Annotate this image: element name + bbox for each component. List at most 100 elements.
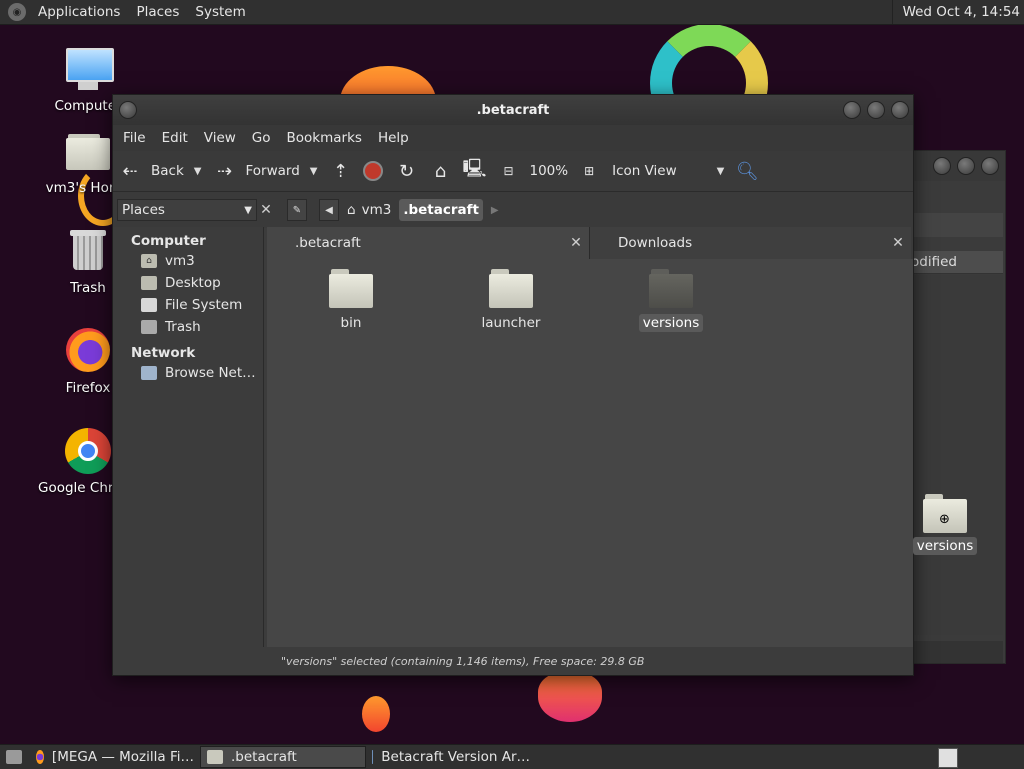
sidebar-item-desktop[interactable]: Desktop [113,273,263,295]
maximize-button[interactable] [957,157,975,175]
workspace-switcher-icon[interactable] [938,748,958,768]
breadcrumb-betacraft[interactable]: .betacraft [399,199,483,221]
minimize-button[interactable] [843,101,861,119]
home-icon: ⌂ [141,254,157,268]
location-bar: Places ▼ ✕ ✎ ◀ ⌂ vm3 .betacraft ▶ [113,192,913,228]
close-sidebar-icon[interactable]: ✕ [257,202,275,218]
network-icon [141,366,157,380]
wallpaper-shape [362,696,390,732]
close-tab-icon[interactable]: ✕ [567,235,585,251]
computer-icon[interactable]: 🖳 [462,158,486,182]
forward-history-dropdown-icon[interactable]: ▼ [310,166,318,177]
system-menu[interactable]: System [187,4,253,20]
sidebar-selector[interactable]: Places ▼ [117,199,257,221]
maximize-button[interactable] [867,101,885,119]
breadcrumb: ✎ ◀ ⌂ vm3 .betacraft ▶ [287,199,503,221]
clock[interactable]: Wed Oct 4, 14:54 [891,0,1024,24]
places-menu[interactable]: Places [128,4,187,20]
folder-icon [489,269,533,309]
firefox-icon [36,750,44,764]
back-arrow-icon: ⇠ [122,160,138,182]
breadcrumb-vm3[interactable]: ⌂ vm3 [343,199,395,221]
folder-icon [207,750,223,764]
menu-edit[interactable]: Edit [154,130,196,146]
sidebar-item-vm3[interactable]: ⌂ vm3 [113,251,263,273]
sidebar-item-trash[interactable]: Trash [113,317,263,339]
chevron-down-icon: ▼ [716,165,725,177]
window-menu-button[interactable] [119,101,137,119]
sidebar-selector-label: Places [122,202,165,218]
file-name: bin [340,315,362,331]
back-label: Back [151,163,184,179]
sidebar-item-browse-network[interactable]: Browse Net… [113,363,263,385]
background-window-statusbar [911,641,1003,663]
close-button[interactable] [891,101,909,119]
breadcrumb-left-arrow-icon[interactable]: ◀ [319,199,339,221]
breadcrumb-label: vm3 [361,202,392,218]
reload-icon[interactable]: ↻ [395,160,417,182]
folder-icon [329,269,373,309]
file-icon-grid: bin launcher versions [267,259,913,647]
sidebar-item-label: vm3 [165,253,195,269]
stop-icon[interactable] [363,161,384,181]
tab-downloads[interactable]: Downloads ✕ [589,227,911,259]
forward-arrow-icon: ⇢ [216,160,233,182]
file-item-versions[interactable]: versions [611,263,731,332]
taskbar-item-label: .betacraft [231,749,297,765]
status-bar: "versions" selected (containing 1,146 it… [267,647,913,675]
minimize-button[interactable] [933,157,951,175]
places-sidebar: Computer ⌂ vm3 Desktop File System Trash … [113,227,264,647]
sidebar-item-file-system[interactable]: File System [113,295,263,317]
applications-menu[interactable]: Applications [30,4,128,20]
close-tab-icon[interactable]: ✕ [889,235,907,251]
home-folder-icon [64,128,112,176]
distro-logo-icon[interactable]: ◉ [8,3,26,21]
taskbar-item-firefox[interactable]: [MEGA — Mozilla Fi… [30,746,200,768]
file-item-launcher[interactable]: launcher [451,263,571,331]
taskbar-item-betacraft[interactable]: .betacraft [200,746,366,768]
sidebar-item-label: Trash [165,319,201,335]
menu-view[interactable]: View [196,130,244,146]
drag-item-versions[interactable]: ⊕ versions [912,494,978,555]
toolbar: ⇠ Back ▼ ⇢ Forward ▼ ⇡ ↻ ⌂ 🖳 ⊟ 100% ⊞ Ic… [113,151,913,192]
column-header-modified[interactable]: odified [911,251,1003,274]
breadcrumb-right-arrow-icon[interactable]: ▶ [487,199,503,221]
up-arrow-icon[interactable]: ⇡ [329,160,351,182]
menu-go[interactable]: Go [244,130,279,146]
tab-bar: .betacraft ✕ Downloads ✕ [267,227,913,259]
menu-file[interactable]: File [115,130,154,146]
show-desktop-button[interactable] [0,746,30,768]
file-item-bin[interactable]: bin [291,263,411,331]
home-icon[interactable]: ⌂ [429,160,451,182]
search-icon[interactable]: 🔍︎ [736,160,759,182]
zoom-in-icon[interactable]: ⊞ [578,160,600,182]
computer-icon [64,46,114,94]
taskbar-item-version-archive[interactable]: Betacraft Version Ar… [366,746,536,768]
window-title: .betacraft [476,102,550,118]
folder-icon [649,269,693,309]
zoom-out-icon[interactable]: ⊟ [497,160,519,182]
taskbar-item-label: Betacraft Version Ar… [381,749,530,765]
tab-betacraft[interactable]: .betacraft ✕ [267,227,589,259]
drag-item-label: versions [912,537,978,555]
home-icon: ⌂ [347,202,356,218]
close-button[interactable] [981,157,999,175]
edit-location-icon[interactable]: ✎ [287,199,307,221]
sidebar-item-label: Browse Net… [165,365,256,381]
forward-button[interactable]: ⇢ Forward ▼ [207,151,323,191]
background-window[interactable]: odified [910,150,1006,664]
tab-label: Downloads [618,235,693,251]
sidebar-section-network: Network [131,345,196,361]
chrome-icon [65,428,111,474]
menu-help[interactable]: Help [370,130,417,146]
file-view-pane: .betacraft ✕ Downloads ✕ bin launcher ve… [267,227,913,647]
window-titlebar[interactable]: .betacraft [113,95,913,125]
view-mode-select[interactable]: Icon View ▼ [606,151,730,191]
back-button[interactable]: ⇠ Back ▼ [113,151,207,191]
menu-bookmarks[interactable]: Bookmarks [279,130,370,146]
drive-icon [141,298,157,312]
show-desktop-icon [6,750,22,764]
bottom-panel: [MEGA — Mozilla Fi… .betacraft Betacraft… [0,744,1024,769]
drag-cursor-icon: ⊕ [939,512,950,527]
back-history-dropdown-icon[interactable]: ▼ [194,166,202,177]
